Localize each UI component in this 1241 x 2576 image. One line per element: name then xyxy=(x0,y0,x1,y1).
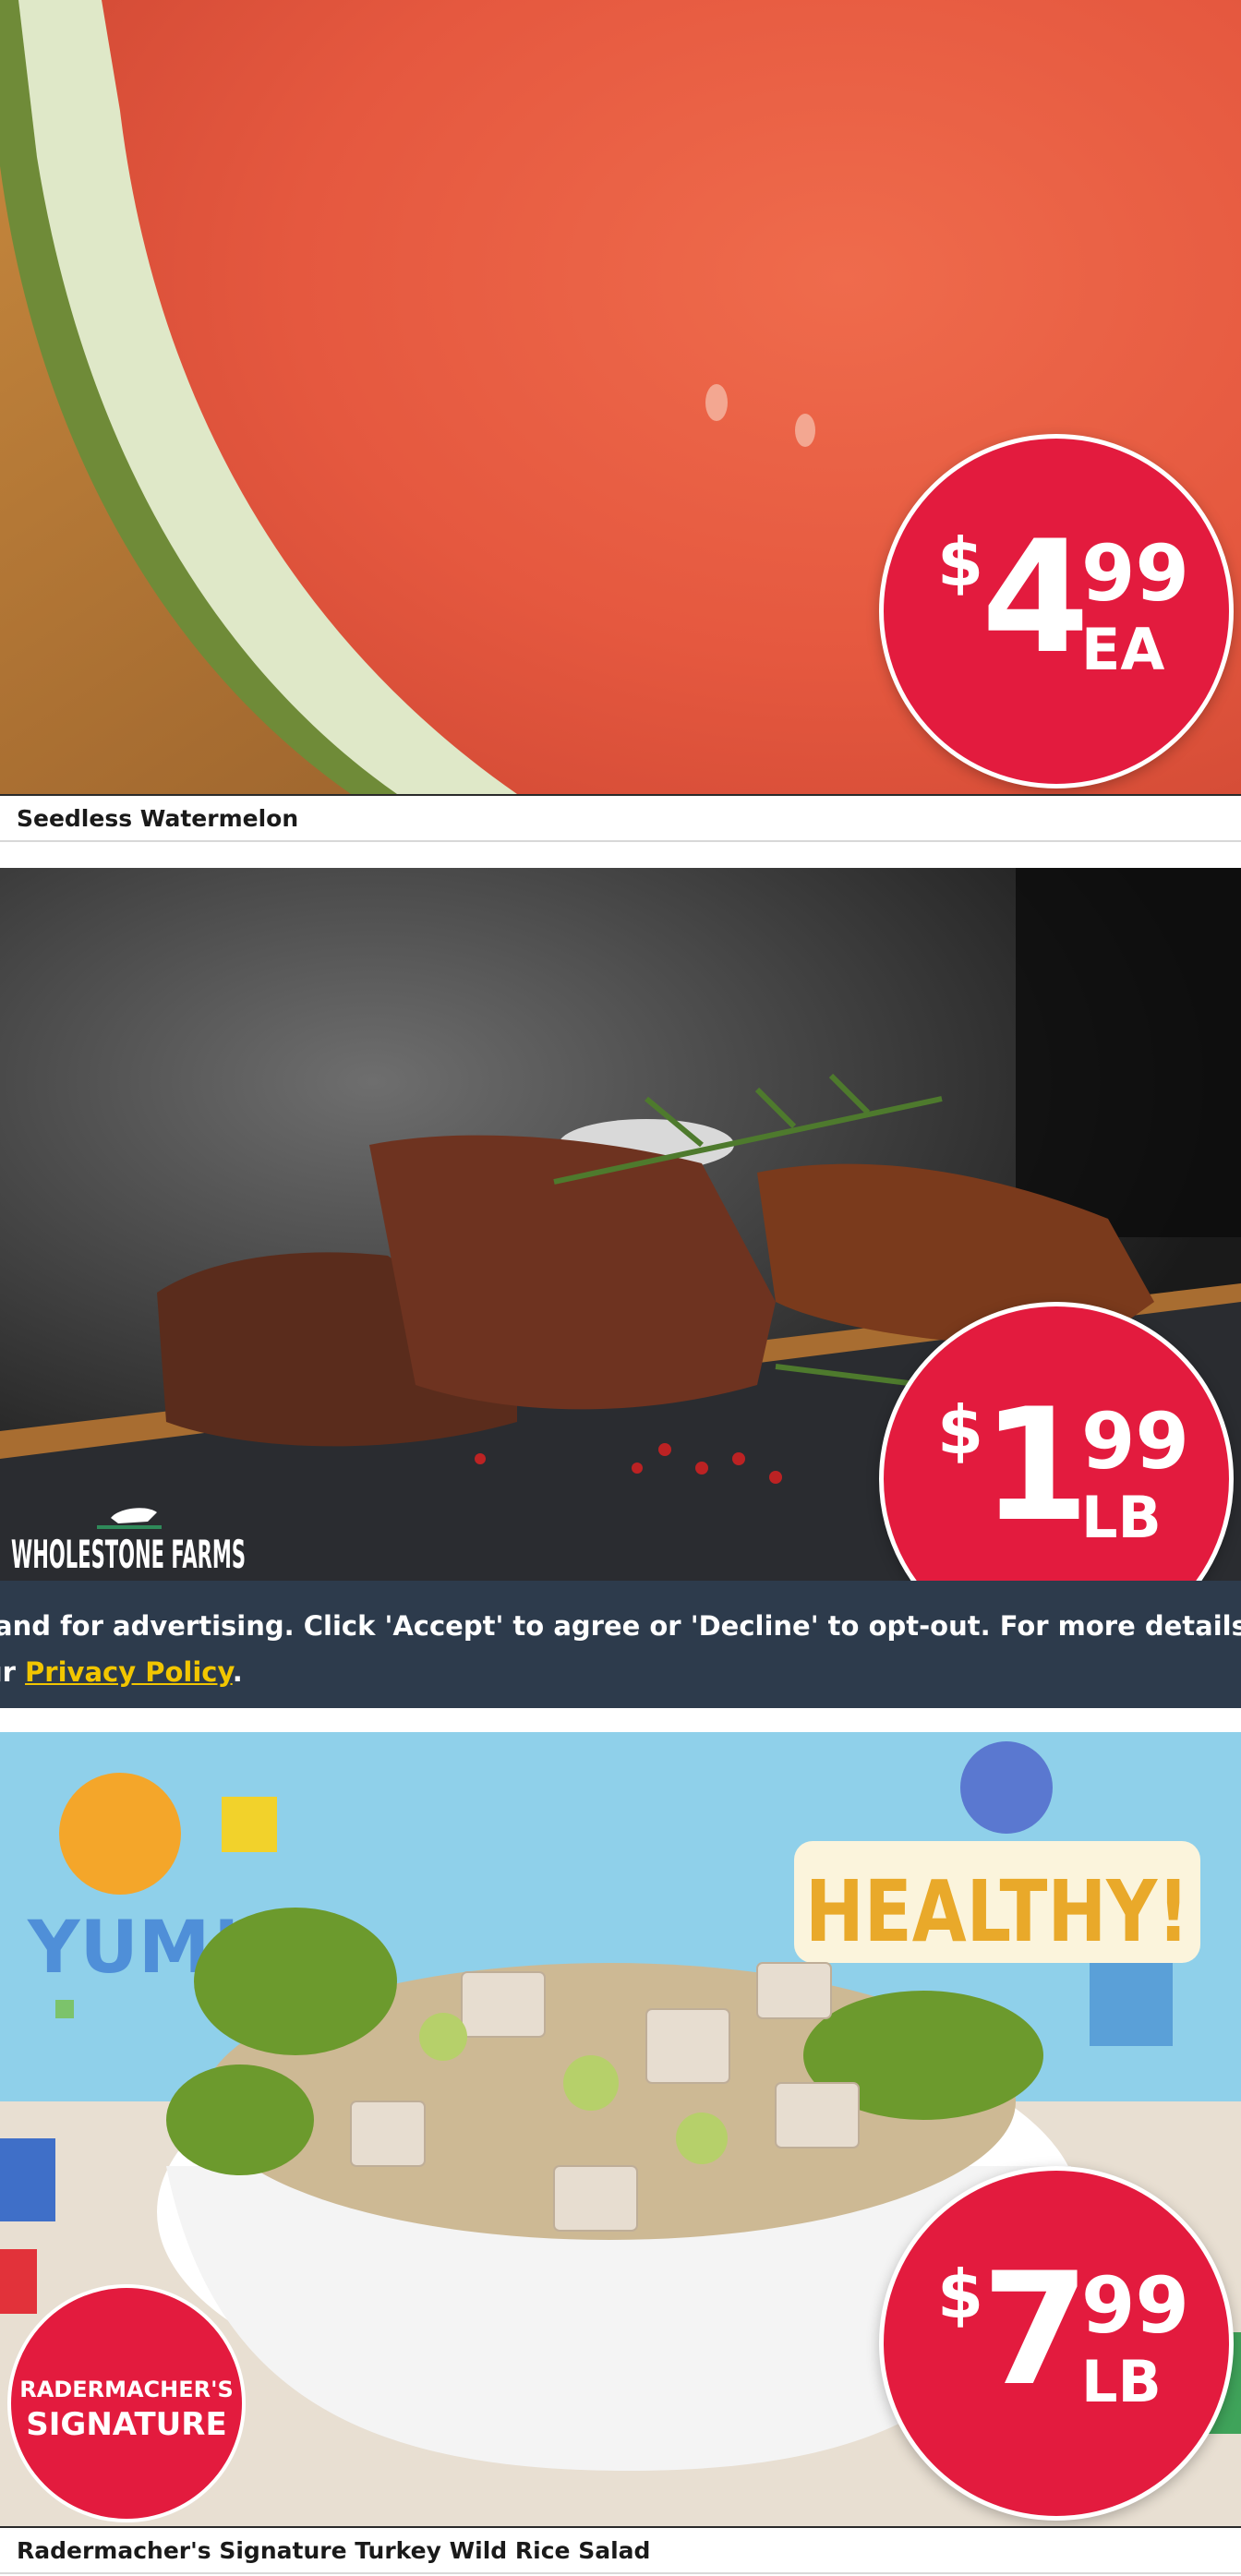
price-currency: $ xyxy=(937,2256,984,2333)
consent-text-line1: and for advertising. Click 'Accept' to a… xyxy=(0,1610,1241,1642)
price-whole: 4 xyxy=(982,507,1090,688)
privacy-policy-link[interactable]: Privacy Policy xyxy=(25,1656,233,1688)
price-currency: $ xyxy=(937,1391,984,1469)
brand-badge-line2: SIGNATURE xyxy=(26,2406,227,2443)
price-cents: 99 xyxy=(1081,528,1189,619)
price-whole: 1 xyxy=(982,1375,1090,1556)
price-cents: 99 xyxy=(1081,1396,1189,1487)
price-unit: LB xyxy=(1081,2348,1162,2415)
price-badge: $ 4 99 EA xyxy=(879,434,1234,788)
product-card-rice-salad[interactable]: YUM! HEALTHY! RADERMACHER'S SIGNATURE $ … xyxy=(0,1732,1241,2576)
consent-text-prefix: ur xyxy=(0,1656,16,1688)
rabbit-icon xyxy=(111,1508,157,1523)
price-cents: 99 xyxy=(1081,2260,1189,2351)
price-unit: LB xyxy=(1081,1484,1162,1551)
price-badge: $ 7 99 LB xyxy=(879,2166,1234,2521)
product-name[interactable]: Radermacher's Signature Turkey Wild Rice… xyxy=(0,2526,1241,2574)
product-card-watermelon[interactable]: $ 4 99 EA Seedless Watermelon xyxy=(0,0,1241,844)
product-card-ribs[interactable]: WHOLESTONE FARMS $ 1 99 LB xyxy=(0,868,1241,1581)
consent-text-line2: ur Privacy Policy. xyxy=(0,1656,243,1688)
price-unit: EA xyxy=(1081,616,1165,683)
wholestone-logo-text: WHOLESTONE FARMS xyxy=(11,1532,246,1577)
brand-badge-line1: RADERMACHER'S xyxy=(19,2377,234,2402)
price-currency: $ xyxy=(937,524,984,601)
wholestone-logo: WHOLESTONE FARMS xyxy=(9,1498,249,1581)
consent-text-suffix: . xyxy=(232,1656,243,1688)
healthy-background-text: HEALTHY! xyxy=(805,1862,1189,1961)
radermachers-signature-logo: RADERMACHER'S SIGNATURE xyxy=(7,2284,246,2522)
cookie-consent-banner: and for advertising. Click 'Accept' to a… xyxy=(0,1581,1241,1708)
price-whole: 7 xyxy=(982,2239,1090,2420)
product-name[interactable]: Seedless Watermelon xyxy=(0,794,1241,842)
